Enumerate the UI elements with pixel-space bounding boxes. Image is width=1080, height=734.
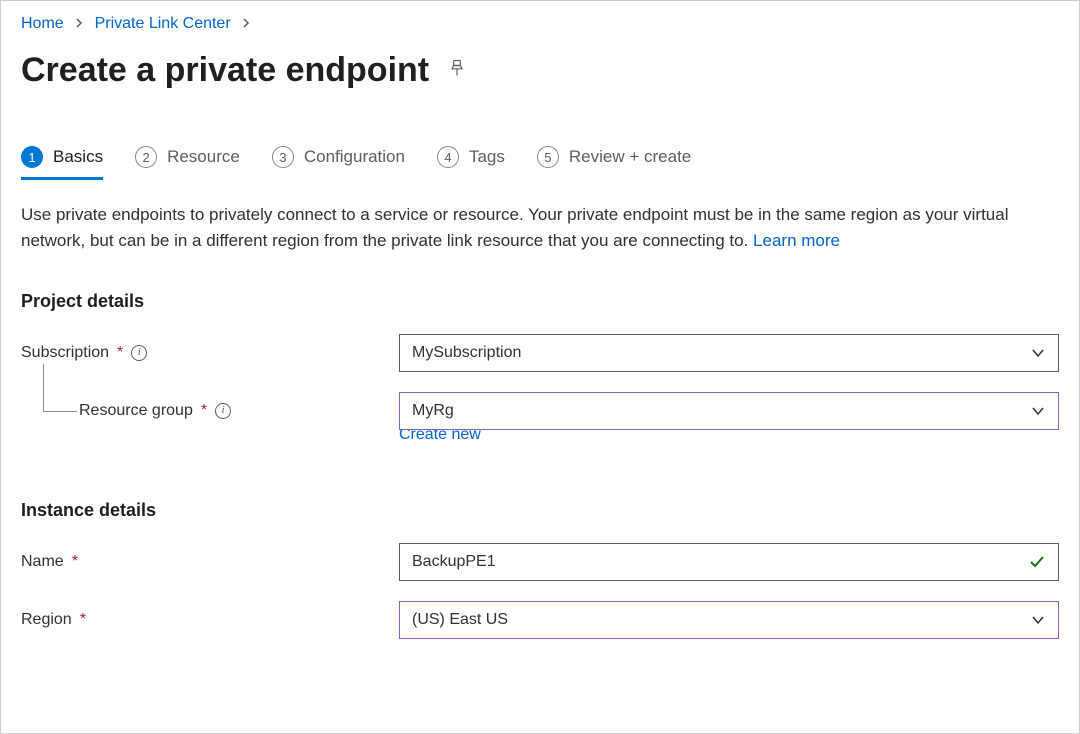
- tab-label: Tags: [469, 147, 505, 167]
- description-text: Use private endpoints to privately conne…: [21, 202, 1059, 255]
- info-icon[interactable]: i: [215, 403, 231, 419]
- page-title: Create a private endpoint: [21, 51, 429, 90]
- tab-label: Review + create: [569, 147, 691, 167]
- resource-group-label: Resource group: [79, 402, 193, 420]
- field-name: Name * BackupPE1: [21, 543, 1059, 581]
- step-number-icon: 1: [21, 146, 43, 168]
- required-indicator: *: [80, 611, 86, 629]
- required-indicator: *: [201, 402, 207, 420]
- step-number-icon: 3: [272, 146, 294, 168]
- tab-review-create[interactable]: 5 Review + create: [537, 146, 691, 180]
- name-label: Name: [21, 553, 64, 571]
- pin-icon[interactable]: [447, 58, 467, 83]
- subscription-dropdown[interactable]: MySubscription: [399, 334, 1059, 372]
- field-resource-group: Resource group * i MyRg: [21, 392, 1059, 430]
- step-number-icon: 5: [537, 146, 559, 168]
- required-indicator: *: [117, 344, 123, 362]
- region-value: (US) East US: [412, 611, 508, 629]
- chevron-right-icon: [74, 15, 84, 33]
- learn-more-link[interactable]: Learn more: [753, 231, 840, 250]
- step-number-icon: 2: [135, 146, 157, 168]
- name-input[interactable]: BackupPE1: [399, 543, 1059, 581]
- field-subscription: Subscription * i MySubscription: [21, 334, 1059, 372]
- tab-configuration[interactable]: 3 Configuration: [272, 146, 405, 180]
- chevron-right-icon: [241, 15, 251, 33]
- info-icon[interactable]: i: [131, 345, 147, 361]
- resource-group-dropdown[interactable]: MyRg: [399, 392, 1059, 430]
- tab-label: Resource: [167, 147, 240, 167]
- tab-resource[interactable]: 2 Resource: [135, 146, 240, 180]
- breadcrumb-private-link-center-link[interactable]: Private Link Center: [95, 15, 231, 32]
- tab-tags[interactable]: 4 Tags: [437, 146, 505, 180]
- title-row: Create a private endpoint: [21, 51, 1059, 90]
- required-indicator: *: [72, 553, 78, 571]
- tree-connector-icon: [43, 364, 77, 412]
- step-number-icon: 4: [437, 146, 459, 168]
- tab-label: Configuration: [304, 147, 405, 167]
- tab-basics[interactable]: 1 Basics: [21, 146, 103, 180]
- section-title-project-details: Project details: [21, 291, 1059, 312]
- name-value: BackupPE1: [412, 553, 496, 571]
- tab-label: Basics: [53, 147, 103, 167]
- subscription-label: Subscription: [21, 344, 109, 362]
- subscription-value: MySubscription: [412, 344, 521, 362]
- breadcrumb-home-link[interactable]: Home: [21, 15, 64, 32]
- resource-group-value: MyRg: [412, 402, 454, 420]
- breadcrumb: Home Private Link Center: [21, 15, 1059, 33]
- region-dropdown[interactable]: (US) East US: [399, 601, 1059, 639]
- section-title-instance-details: Instance details: [21, 500, 1059, 521]
- wizard-tabs: 1 Basics 2 Resource 3 Configuration 4 Ta…: [21, 146, 1059, 180]
- region-label: Region: [21, 611, 72, 629]
- field-region: Region * (US) East US: [21, 601, 1059, 639]
- description-body: Use private endpoints to privately conne…: [21, 205, 1008, 250]
